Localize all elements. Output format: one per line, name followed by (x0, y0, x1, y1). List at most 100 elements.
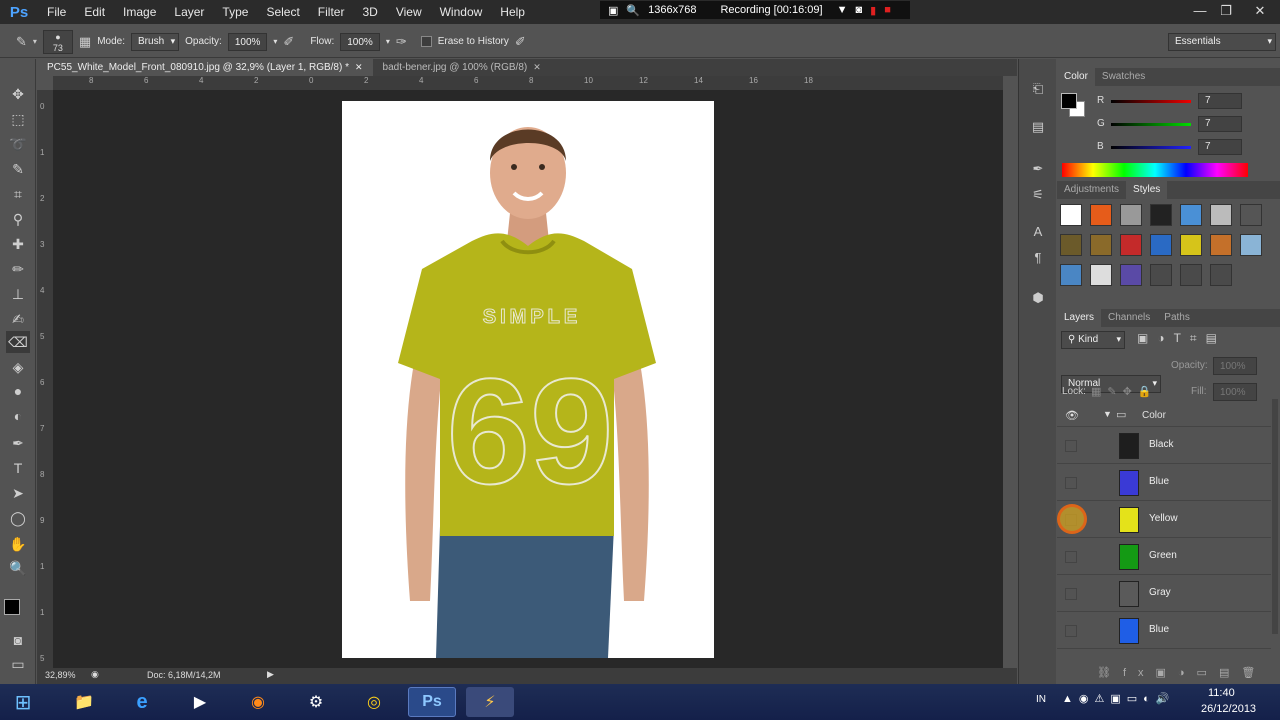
close-icon[interactable]: ✕ (533, 62, 541, 72)
style-swatch[interactable] (1060, 264, 1082, 286)
brush-panel-icon[interactable]: ▦ (79, 34, 91, 50)
tab-adjustments[interactable]: Adjustments (1057, 181, 1126, 199)
blur-tool-icon[interactable]: ● (6, 380, 30, 402)
paint-bucket-tool-icon[interactable]: ◈ (6, 356, 30, 378)
photoshop-taskbar-icon[interactable]: Ps (408, 687, 456, 717)
menu-help[interactable]: Help (491, 0, 534, 24)
airbrush-icon[interactable]: ✑ (396, 34, 407, 50)
network-app-icon[interactable]: ⚙ (292, 687, 340, 717)
style-swatch[interactable] (1090, 234, 1112, 256)
tab-badt-bener[interactable]: badt-bener.jpg @ 100% (RGB/8) ✕ (373, 59, 551, 76)
style-swatch[interactable] (1120, 204, 1142, 226)
type-tool-icon[interactable]: T (6, 457, 30, 479)
tray-icons[interactable]: ▲◉⚠▣▭◐🔊 (1062, 692, 1175, 705)
recorder-taskbar-icon[interactable]: ⚡ (466, 687, 514, 717)
layer-row[interactable]: Gray (1057, 576, 1271, 612)
play-icon[interactable]: ▶ (267, 669, 274, 680)
style-swatch[interactable] (1120, 234, 1142, 256)
flow-input[interactable]: 100% (340, 32, 380, 51)
chevron-down-icon[interactable]: ▼ (1103, 409, 1112, 419)
quick-select-tool-icon[interactable]: ✎ (6, 158, 30, 180)
layer-filter-kind[interactable]: ⚲ Kind (1061, 331, 1125, 349)
menu-type[interactable]: Type (213, 0, 257, 24)
properties-icon[interactable]: ▤ (1028, 117, 1048, 137)
layer-actions[interactable]: ⛓fx▣◑▭▤🗑 (1097, 666, 1267, 679)
brush-icon[interactable]: ✒ (1028, 159, 1048, 179)
hand-tool-icon[interactable]: ✋ (6, 533, 30, 555)
dodge-tool-icon[interactable]: ◐ (6, 405, 30, 427)
blue-slider[interactable]: B 7 (1057, 137, 1280, 157)
start-button[interactable]: ⊞ (0, 687, 46, 717)
clone-stamp-tool-icon[interactable]: ⊥ (6, 283, 30, 305)
path-select-tool-icon[interactable]: ➤ (6, 482, 30, 504)
close-icon[interactable]: ✕ (1248, 2, 1272, 20)
firefox-icon[interactable]: ◉ (234, 687, 282, 717)
visibility-toggle[interactable] (1065, 440, 1077, 452)
menu-view[interactable]: View (387, 0, 431, 24)
visibility-toggle[interactable] (1065, 625, 1077, 637)
canvas-area[interactable]: SIMPLE 69 (53, 90, 1003, 668)
menu-image[interactable]: Image (114, 0, 165, 24)
style-swatch[interactable] (1240, 204, 1262, 226)
screen-mode-icon[interactable]: ▭ (6, 653, 30, 675)
layer-row[interactable]: Black (1057, 428, 1271, 464)
character-icon[interactable]: A (1028, 222, 1048, 242)
style-swatch[interactable] (1060, 234, 1082, 256)
layer-opacity-input[interactable]: 100% (1213, 357, 1257, 375)
chevron-down-icon[interactable]: ▾ (273, 37, 277, 46)
clock-date[interactable]: 26/12/2013 (1201, 703, 1256, 715)
lasso-tool-icon[interactable]: ➰ (6, 133, 30, 155)
chevron-down-icon[interactable]: ▾ (33, 37, 37, 46)
status-options-icon[interactable]: ◉ (91, 669, 99, 680)
style-swatch[interactable] (1210, 234, 1232, 256)
zoom-level[interactable]: 32,89% (45, 670, 76, 680)
dropdown-icon[interactable]: ▼ (837, 4, 848, 16)
menu-filter[interactable]: Filter (309, 0, 354, 24)
stop-icon[interactable]: ■ (884, 4, 891, 16)
layer-filter-icons[interactable]: ▣◑T⌗▤ (1137, 331, 1226, 346)
brush-tool-icon[interactable]: ✏ (6, 258, 30, 280)
menu-layer[interactable]: Layer (165, 0, 213, 24)
chevron-down-icon[interactable]: ▾ (386, 37, 390, 46)
language-indicator[interactable]: IN (1036, 694, 1046, 705)
chrome-icon[interactable]: ◎ (350, 687, 398, 717)
minimize-icon[interactable]: — (1188, 2, 1212, 20)
layer-row[interactable]: Blue (1057, 613, 1271, 649)
green-slider[interactable]: G 7 (1057, 114, 1280, 134)
brush-preset-picker[interactable]: ● 73 (42, 29, 73, 54)
menu-select[interactable]: Select (257, 0, 308, 24)
zoom-tool-icon[interactable]: 🔍 (6, 557, 30, 579)
blue-track[interactable] (1111, 146, 1191, 149)
pause-icon[interactable]: ▮ (870, 4, 876, 17)
style-none[interactable] (1060, 204, 1082, 226)
marquee-tool-icon[interactable]: ⬚ (6, 108, 30, 130)
healing-brush-tool-icon[interactable]: ✚ (6, 233, 30, 255)
eyedropper-tool-icon[interactable]: ⚲ (6, 208, 30, 230)
blue-value[interactable]: 7 (1198, 139, 1242, 155)
history-icon[interactable]: ⎗ (1028, 79, 1048, 99)
quick-mask-icon[interactable]: ◙ (6, 629, 30, 651)
eye-icon[interactable]: 👁 (1065, 409, 1079, 422)
lock-icons[interactable]: ▦✎✥🔒 (1091, 385, 1158, 398)
mode-select[interactable]: Brush (131, 32, 180, 51)
crop-tool-icon[interactable]: ⌗ (6, 183, 30, 205)
opacity-input[interactable]: 100% (227, 32, 268, 51)
style-swatch[interactable] (1120, 264, 1142, 286)
eraser-icon[interactable]: ✎ (16, 34, 27, 50)
menu-window[interactable]: Window (431, 0, 492, 24)
tab-channels[interactable]: Channels (1101, 309, 1157, 327)
visibility-toggle[interactable] (1065, 588, 1077, 600)
explorer-icon[interactable]: 📁 (60, 687, 108, 717)
foreground-color-swatch[interactable] (1061, 93, 1077, 109)
style-swatch[interactable] (1150, 204, 1172, 226)
tab-styles[interactable]: Styles (1126, 181, 1168, 199)
paragraph-icon[interactable]: ¶ (1028, 248, 1048, 268)
style-swatch[interactable] (1090, 204, 1112, 226)
layer-group-color[interactable]: 👁 ▼ ▭ Color (1057, 405, 1271, 427)
erase-history-checkbox[interactable] (420, 36, 432, 47)
style-swatch[interactable] (1090, 264, 1112, 286)
fill-input[interactable]: 100% (1213, 383, 1257, 401)
layer-row[interactable]: Green (1057, 539, 1271, 575)
camera-icon[interactable]: ◙ (855, 4, 862, 16)
pressure-opacity-icon[interactable]: ✐ (283, 34, 294, 50)
